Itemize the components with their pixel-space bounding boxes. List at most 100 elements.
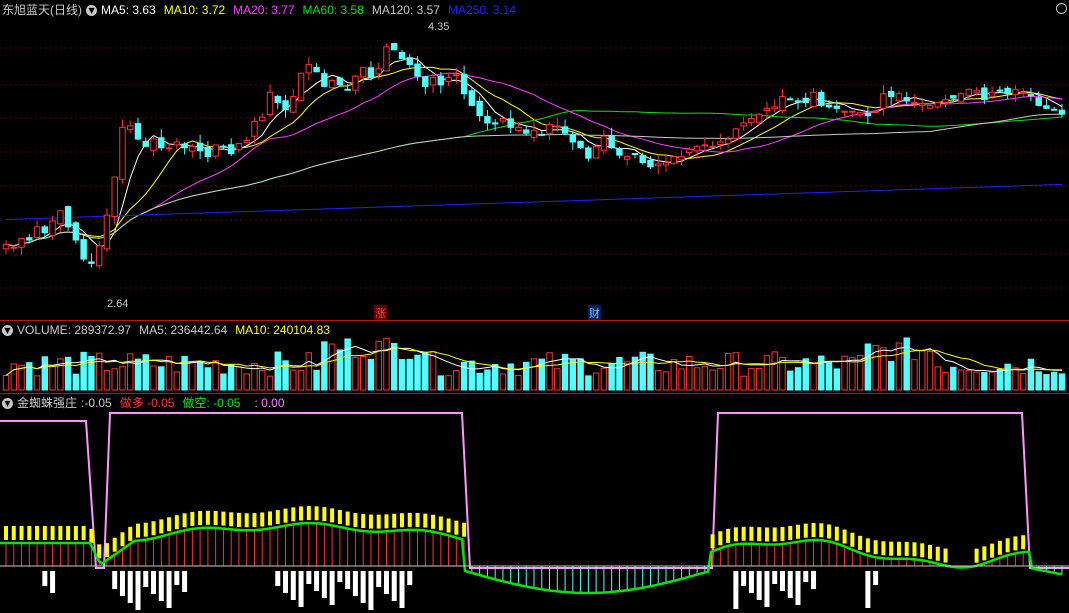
candle-up (352, 75, 359, 91)
indicator-panel[interactable]: ▼ 金蜘蛛强庄 :-0.05 做多 -0.05 做空: -0.05 : 0.00 (0, 393, 1069, 613)
candlestick-chart[interactable] (0, 0, 1069, 320)
volume-value: 289372.97 (74, 323, 132, 337)
candle-up (251, 120, 258, 137)
candle-up (375, 68, 382, 75)
indicator-short: 做空: -0.05 (182, 396, 241, 410)
candle-up (779, 96, 786, 111)
volume-bar-up (189, 361, 196, 391)
indicator-chevron-down-icon[interactable]: ▼ (2, 397, 13, 409)
event-cai-badge[interactable]: 财 (588, 305, 601, 321)
candle-up (243, 140, 250, 144)
indicator-long-value: -0.05 (147, 396, 175, 410)
vol-ma5-label: MA5: 236442.64 (139, 323, 228, 337)
ma-settings-chevron-down-icon[interactable]: ▼ (86, 4, 98, 16)
yellow-bar (974, 548, 979, 563)
candle-down (639, 155, 646, 163)
yellow-bar (58, 526, 63, 540)
yellow-bar (244, 513, 249, 528)
candle-down (616, 148, 623, 156)
yellow-bar (174, 515, 179, 530)
candle-down (561, 126, 569, 134)
indicator-chart[interactable] (0, 393, 1069, 613)
candle-up (988, 91, 996, 97)
white-bar (337, 571, 343, 582)
yellow-bar (889, 541, 894, 556)
yellow-bar (314, 506, 319, 521)
white-bar (741, 571, 747, 586)
volume-bar-down (1035, 371, 1042, 391)
candle-down (585, 147, 592, 159)
candle-up (150, 138, 157, 151)
candle-down (981, 87, 988, 101)
candle-down (577, 140, 584, 149)
volume-chevron-down-icon[interactable]: ▼ (2, 324, 13, 336)
volume-bar-up (359, 355, 367, 391)
candle-down (1035, 97, 1042, 106)
volume-bar-down (569, 359, 577, 391)
yellow-bar (167, 517, 172, 532)
white-bar (119, 571, 125, 596)
volume-bar-down (996, 368, 1004, 391)
yellow-bar (741, 526, 746, 541)
volume-bar-up (678, 368, 685, 391)
volume-bar-up (150, 365, 157, 391)
volume-panel[interactable]: ▼ VOLUME: 289372.97 MA5: 236442.64 MA10:… (0, 320, 1069, 393)
yellow-bar (384, 514, 389, 529)
event-zhang-badge[interactable]: 涨 (374, 305, 387, 321)
candle-up (445, 77, 452, 83)
price-panel[interactable]: 东旭蓝天 (日线) ▼ MA5: 3.63 MA10: 3.72 MA20: 3… (0, 0, 1069, 321)
volume-bar-down (220, 373, 227, 391)
volume-bar-down (585, 375, 592, 391)
volume-bar-up (251, 362, 258, 391)
window-circle-icon[interactable] (1056, 3, 1067, 14)
yellow-bar (275, 510, 280, 525)
volume-bar-up (111, 368, 118, 391)
white-bar (772, 571, 778, 584)
candle-up (429, 77, 437, 86)
yellow-bar (912, 542, 917, 557)
white-bar (174, 571, 180, 585)
candle-up (305, 63, 313, 74)
yellow-bar (376, 514, 381, 529)
volume-bar-down (561, 353, 569, 391)
vol-ma5-value: 236442.64 (170, 323, 228, 337)
candle-up (693, 145, 701, 152)
candle-down (274, 95, 281, 103)
yellow-bar (796, 524, 800, 539)
candle-down (181, 143, 188, 149)
ma10-value: 3.72 (201, 3, 226, 17)
candle-up (724, 138, 732, 144)
white-bar (50, 571, 56, 593)
candle-up (383, 46, 390, 72)
white-bar (368, 571, 374, 610)
white-bar (151, 571, 157, 594)
candle-up (717, 141, 724, 146)
volume-bar-up (103, 370, 111, 391)
yellow-bar (104, 543, 109, 558)
volume-bar-up (375, 340, 382, 391)
candle-up (841, 110, 848, 113)
candle-up (359, 66, 367, 78)
volume-bar-up (973, 371, 980, 391)
candle-up (919, 103, 926, 107)
yellow-bar (73, 526, 78, 540)
volume-bar-up (988, 371, 996, 391)
yellow-bar (850, 532, 855, 547)
volume-bar-down (903, 337, 910, 391)
candle-up (810, 91, 817, 107)
yellow-bar (415, 512, 420, 527)
yellow-bar (89, 528, 94, 543)
volume-bar-down (825, 361, 833, 391)
yellow-bar (182, 513, 187, 528)
volume-bar-down (887, 360, 895, 391)
yellow-bar (1021, 535, 1026, 550)
candle-up (266, 91, 274, 116)
candle-up (18, 238, 25, 248)
white-bar (779, 571, 785, 591)
candle-up (755, 113, 763, 123)
white-bar (360, 571, 366, 603)
volume-bar-up (266, 375, 274, 391)
vol-ma10-value: 240104.83 (273, 323, 330, 337)
volume-bar-down (468, 360, 476, 391)
white-bar (764, 571, 770, 607)
